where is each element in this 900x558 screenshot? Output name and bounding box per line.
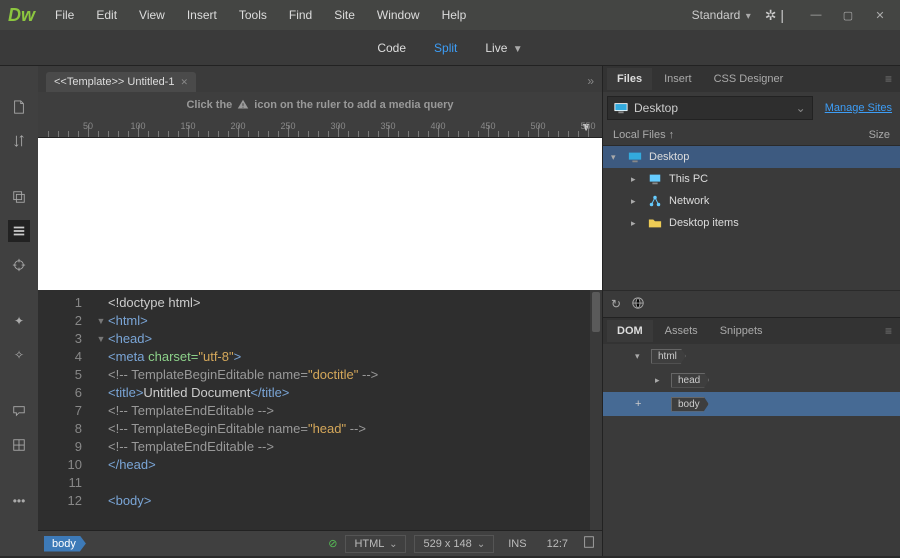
manage-sites-link[interactable]: Manage Sites	[825, 102, 892, 114]
tab-css-designer[interactable]: CSS Designer	[704, 68, 794, 90]
dom-row[interactable]: +body	[603, 392, 900, 416]
tab-insert[interactable]: Insert	[654, 68, 702, 90]
menu-items: File Edit View Insert Tools Find Site Wi…	[45, 4, 476, 26]
minimize-icon[interactable]: —	[804, 7, 828, 23]
close-icon[interactable]: ✕	[868, 7, 892, 23]
dom-tree: ▾html▸head+body	[603, 344, 900, 416]
status-insert-mode[interactable]: INS	[502, 536, 532, 552]
media-query-hint: Click the icon on the ruler to add a med…	[38, 92, 602, 118]
files-panel-tabs: Files Insert CSS Designer ≡	[603, 66, 900, 92]
tab-assets[interactable]: Assets	[655, 320, 708, 342]
view-mode-bar: Code Split Live ▼	[0, 30, 900, 66]
status-ok-icon[interactable]: ⊘	[328, 537, 337, 550]
panel-menu-icon[interactable]: ≡	[877, 68, 900, 90]
view-live[interactable]: Live ▼	[473, 36, 534, 60]
code-editor[interactable]: 123456789101112 ▼▼ <!doctype html><html>…	[38, 290, 602, 530]
menu-file[interactable]: File	[45, 4, 84, 26]
menu-find[interactable]: Find	[279, 4, 322, 26]
menu-view[interactable]: View	[129, 4, 175, 26]
comment-icon[interactable]	[8, 400, 30, 422]
editor-scrollbar[interactable]	[590, 290, 602, 530]
tree-row[interactable]: ▸Network	[603, 190, 900, 212]
menu-site[interactable]: Site	[324, 4, 365, 26]
document-tabs: <<Template>> Untitled-1 ✕ »	[38, 66, 602, 92]
ruler[interactable]: ▼ 50100150200250300350400450500550	[38, 118, 602, 138]
menu-tools[interactable]: Tools	[229, 4, 277, 26]
tab-snippets[interactable]: Snippets	[710, 320, 773, 342]
status-language[interactable]: HTML ⌄	[345, 535, 406, 553]
wand-icon[interactable]: ✦	[8, 310, 30, 332]
view-split[interactable]: Split	[422, 36, 469, 60]
tab-dom[interactable]: DOM	[607, 320, 653, 342]
status-preview-icon[interactable]	[582, 535, 596, 552]
file-tree: ▾Desktop▸This PC▸Network▸Desktop items	[603, 146, 900, 234]
panel-menu-icon[interactable]: ≡	[877, 320, 900, 342]
dom-panel-toolbar: ↻	[603, 290, 900, 318]
files-header[interactable]: Local Files ↑ Size	[603, 124, 900, 146]
breadcrumb-body[interactable]: body	[44, 536, 86, 552]
tabs-overflow-icon[interactable]: »	[579, 70, 602, 92]
monitor-icon	[614, 101, 628, 115]
effects-icon[interactable]: ✧	[8, 344, 30, 366]
status-bar: body ⊘ HTML ⌄ 529 x 148 ⌄ INS 12:7	[38, 530, 602, 556]
view-code[interactable]: Code	[365, 36, 418, 60]
tab-files[interactable]: Files	[607, 68, 652, 90]
menu-edit[interactable]: Edit	[86, 4, 127, 26]
add-media-query-icon	[236, 98, 250, 112]
document-tab-label: <<Template>> Untitled-1	[54, 76, 174, 88]
menu-insert[interactable]: Insert	[177, 4, 227, 26]
document-tab[interactable]: <<Template>> Untitled-1 ✕	[46, 72, 196, 92]
right-panels: Files Insert CSS Designer ≡ Desktop ⌄ Ma…	[602, 66, 900, 556]
refresh-icon[interactable]: ↻	[611, 297, 621, 311]
file-icon[interactable]	[8, 96, 30, 118]
grid-icon[interactable]	[8, 434, 30, 456]
tree-row[interactable]: ▸This PC	[603, 168, 900, 190]
menu-window[interactable]: Window	[367, 4, 430, 26]
globe-link-icon[interactable]	[631, 296, 645, 313]
sort-icon[interactable]	[8, 130, 30, 152]
status-cursor-pos: 12:7	[541, 536, 574, 552]
dom-panel-tabs: DOM Assets Snippets ≡	[603, 318, 900, 344]
dom-row[interactable]: ▾html	[603, 344, 900, 368]
document-area: <<Template>> Untitled-1 ✕ » Click the ic…	[38, 66, 602, 556]
lines-icon[interactable]	[8, 220, 30, 242]
design-canvas[interactable]	[38, 138, 602, 290]
layers-icon[interactable]	[8, 186, 30, 208]
maximize-icon[interactable]: ▢	[836, 7, 860, 23]
tab-close-icon[interactable]: ✕	[180, 77, 188, 88]
status-viewport-size[interactable]: 529 x 148 ⌄	[414, 535, 494, 553]
workspace-selector[interactable]: Standard ▾	[686, 6, 757, 24]
site-selector[interactable]: Desktop ⌄	[607, 96, 813, 120]
tree-row[interactable]: ▸Desktop items	[603, 212, 900, 234]
top-menubar: Dw File Edit View Insert Tools Find Site…	[0, 0, 900, 30]
tree-row[interactable]: ▾Desktop	[603, 146, 900, 168]
target-icon[interactable]	[8, 254, 30, 276]
sync-settings-icon[interactable]: ✲ |	[765, 7, 784, 24]
dom-row[interactable]: ▸head	[603, 368, 900, 392]
more-icon[interactable]: •••	[8, 490, 30, 512]
left-toolbar: ✦ ✧ •••	[0, 66, 38, 556]
app-logo: Dw	[8, 5, 35, 26]
menu-help[interactable]: Help	[432, 4, 477, 26]
